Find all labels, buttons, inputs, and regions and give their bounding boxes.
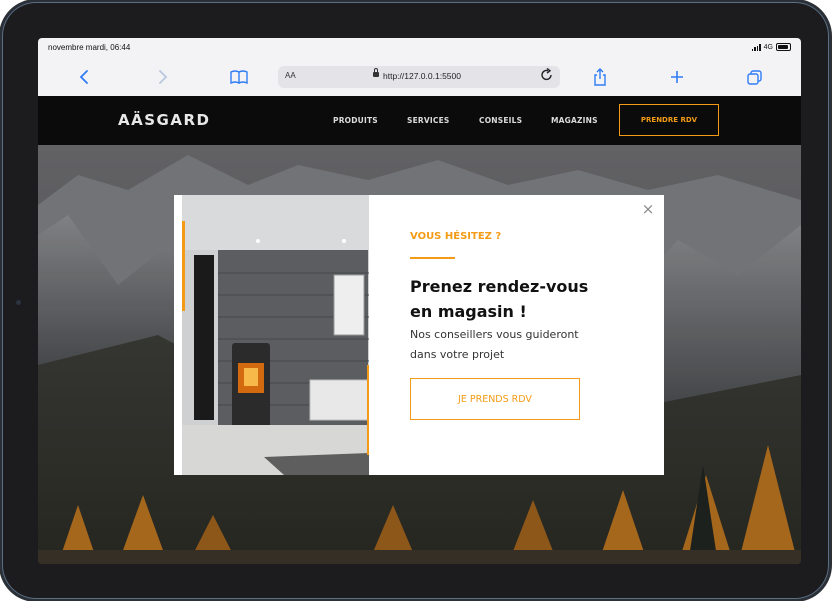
nav-link-conseils[interactable]: CONSEILS — [479, 116, 522, 125]
share-icon[interactable] — [588, 66, 612, 88]
stove-room-image — [174, 195, 369, 475]
brand-logo[interactable]: AÄSGARD — [118, 111, 210, 129]
tabs-icon[interactable] — [742, 66, 766, 88]
site-header: AÄSGARD PRODUITS SERVICES CONSEILS MAGAZ… — [38, 96, 801, 145]
screen: novembre mardi, 06:44 4G AA http://127.0… — [38, 38, 801, 564]
battery-icon — [776, 43, 791, 51]
status-time: novembre mardi, 06:44 — [48, 43, 131, 52]
modal-eyebrow: VOUS HÉSITEZ ? — [410, 231, 502, 242]
reader-aa-button[interactable]: AA — [285, 71, 296, 80]
nav-cta-button[interactable]: PRENDRE RDV — [619, 104, 719, 136]
book-icon[interactable] — [227, 66, 251, 88]
modal-title-line-1: Prenez rendez-vous — [410, 277, 589, 296]
plus-icon[interactable] — [665, 66, 689, 88]
ipad-frame: novembre mardi, 06:44 4G AA http://127.0… — [2, 2, 829, 599]
signal-icon — [751, 43, 761, 51]
lock-icon — [373, 68, 379, 77]
modal-description: Nos conseillers vous guideront dans votr… — [410, 325, 630, 365]
chevron-left-icon[interactable] — [72, 66, 96, 88]
url-bar[interactable]: AA http://127.0.0.1:5500 — [278, 66, 560, 88]
accent-divider — [410, 257, 455, 259]
network-label: 4G — [763, 43, 773, 51]
appointment-modal: × VOUS HÉSITEZ ? Prenez rendez-vous en m… — [174, 195, 664, 475]
nav-link-services[interactable]: SERVICES — [407, 116, 450, 125]
modal-description-line-1: Nos conseillers vous guideront — [410, 328, 579, 341]
nav-link-magazins[interactable]: MAGAZINS — [551, 116, 598, 125]
modal-title-line-2: en magasin ! — [410, 302, 527, 321]
book-appointment-button[interactable]: JE PRENDS RDV — [410, 378, 580, 420]
close-icon[interactable]: × — [640, 201, 656, 217]
browser-toolbar: AA http://127.0.0.1:5500 — [38, 60, 801, 97]
nav-link-produits[interactable]: PRODUITS — [333, 116, 378, 125]
camera-dot — [16, 300, 21, 305]
reload-icon[interactable] — [541, 67, 553, 86]
modal-title: Prenez rendez-vous en magasin ! — [410, 274, 640, 324]
status-indicators: 4G — [751, 43, 791, 51]
chevron-right-icon[interactable] — [151, 66, 175, 88]
url-text: http://127.0.0.1:5500 — [383, 71, 461, 81]
modal-description-line-2: dans votre projet — [410, 348, 505, 361]
status-bar: novembre mardi, 06:44 4G — [38, 38, 801, 60]
